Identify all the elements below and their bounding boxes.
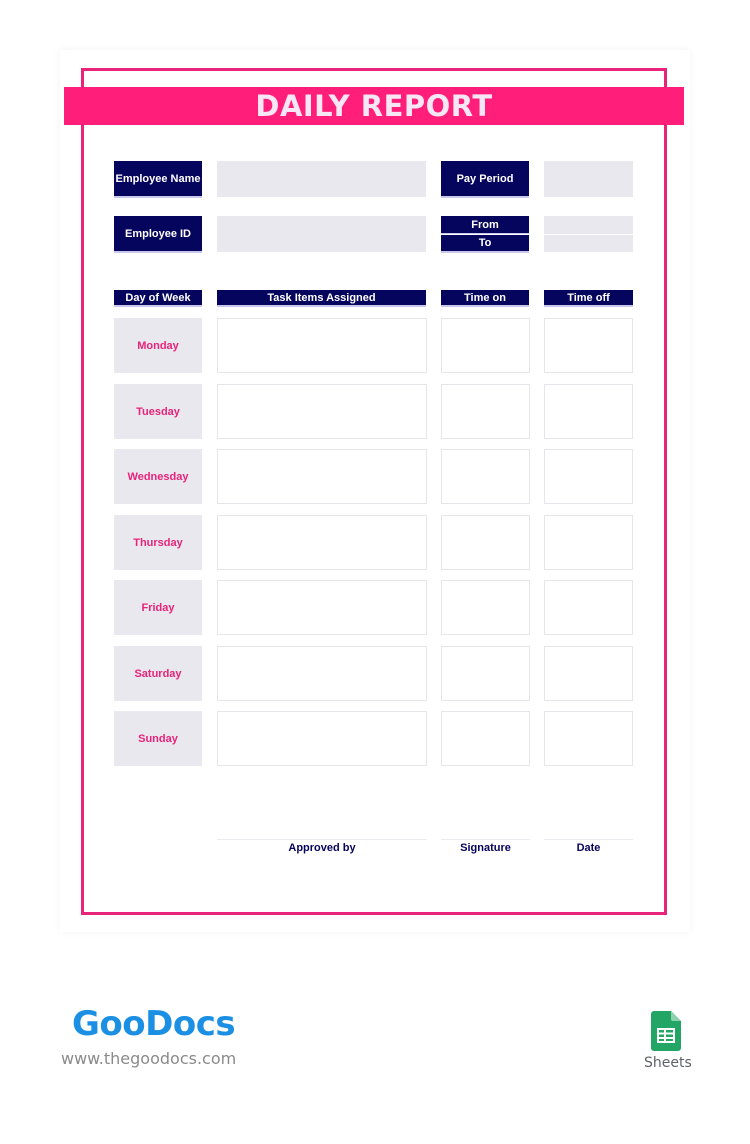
day-label: Tuesday bbox=[114, 384, 202, 439]
task-cell[interactable] bbox=[217, 580, 427, 635]
google-sheets-icon bbox=[651, 1011, 681, 1051]
time-on-cell[interactable] bbox=[441, 449, 530, 504]
date-line[interactable] bbox=[544, 839, 633, 840]
time-off-cell[interactable] bbox=[544, 318, 633, 373]
time-off-cell[interactable] bbox=[544, 711, 633, 766]
time-off-cell[interactable] bbox=[544, 384, 633, 439]
task-cell[interactable] bbox=[217, 711, 427, 766]
goodocs-logo[interactable]: GooDocs bbox=[72, 1004, 236, 1044]
task-cell[interactable] bbox=[217, 515, 427, 570]
employee-name-label: Employee Name bbox=[114, 161, 202, 198]
date-label: Date bbox=[576, 842, 601, 854]
day-label: Thursday bbox=[114, 515, 202, 570]
signature-label: Signature bbox=[460, 842, 511, 854]
day-label: Saturday bbox=[114, 646, 202, 701]
website-url[interactable]: www.thegoodocs.com bbox=[61, 1049, 236, 1068]
task-cell[interactable] bbox=[217, 384, 427, 439]
time-off-cell[interactable] bbox=[544, 449, 633, 504]
day-label: Friday bbox=[114, 580, 202, 635]
header-time-on: Time on bbox=[441, 290, 529, 307]
approved-by-line[interactable] bbox=[217, 839, 427, 840]
day-label: Wednesday bbox=[114, 449, 202, 504]
signature-line[interactable] bbox=[441, 839, 530, 840]
time-on-cell[interactable] bbox=[441, 580, 530, 635]
to-label: To bbox=[441, 235, 529, 253]
employee-id-label: Employee ID bbox=[114, 216, 202, 253]
header-day-of-week: Day of Week bbox=[114, 290, 202, 307]
sheets-label: Sheets bbox=[644, 1055, 692, 1071]
task-cell[interactable] bbox=[217, 318, 427, 373]
pay-period-field[interactable] bbox=[544, 161, 633, 197]
time-off-cell[interactable] bbox=[544, 646, 633, 701]
time-on-cell[interactable] bbox=[441, 384, 530, 439]
day-label: Monday bbox=[114, 318, 202, 373]
document-title: DAILY REPORT bbox=[255, 89, 493, 123]
title-banner: DAILY REPORT bbox=[64, 87, 684, 125]
pay-period-label: Pay Period bbox=[441, 161, 529, 198]
task-cell[interactable] bbox=[217, 449, 427, 504]
time-on-cell[interactable] bbox=[441, 515, 530, 570]
task-cell[interactable] bbox=[217, 646, 427, 701]
time-on-cell[interactable] bbox=[441, 318, 530, 373]
time-off-cell[interactable] bbox=[544, 515, 633, 570]
day-label: Sunday bbox=[114, 711, 202, 766]
employee-id-field[interactable] bbox=[217, 216, 426, 252]
to-field[interactable] bbox=[544, 235, 633, 252]
header-task-items: Task Items Assigned bbox=[217, 290, 426, 307]
time-off-cell[interactable] bbox=[544, 580, 633, 635]
header-time-off: Time off bbox=[544, 290, 633, 307]
approved-by-label: Approved by bbox=[288, 842, 356, 854]
from-label: From bbox=[441, 216, 529, 234]
time-on-cell[interactable] bbox=[441, 711, 530, 766]
employee-name-field[interactable] bbox=[217, 161, 426, 197]
time-on-cell[interactable] bbox=[441, 646, 530, 701]
from-field[interactable] bbox=[544, 216, 633, 234]
